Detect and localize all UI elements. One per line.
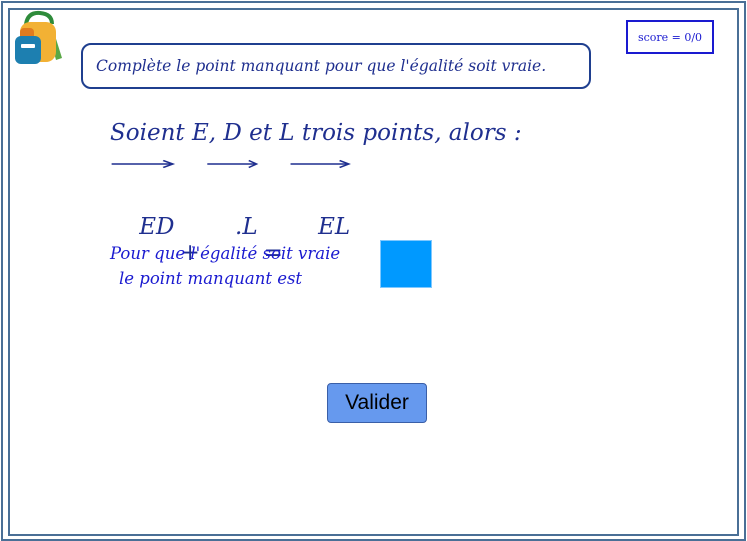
missing-point-input[interactable] [380,240,432,288]
prompt-line-1: Pour que l'égalité soit vraie [110,244,341,263]
vector-term-2-label: .L [235,214,258,240]
validate-button[interactable]: Valider [327,383,427,423]
vector-term-1-label: ED [139,214,175,240]
instruction-banner: Complète le point manquant pour que l'ég… [81,43,591,89]
prompt-line-2: le point manquant est [119,269,303,288]
answer-prompt: Pour que l'égalité soit vraie le point m… [110,241,340,291]
instruction-text: Complète le point manquant pour que l'ég… [96,57,547,75]
backpack-icon [12,10,66,66]
vector-term-3-label: EL [318,214,351,240]
score-display: score = 0/0 [626,20,714,54]
exercise-statement: Soient E, D et L trois points, alors : [110,120,522,146]
